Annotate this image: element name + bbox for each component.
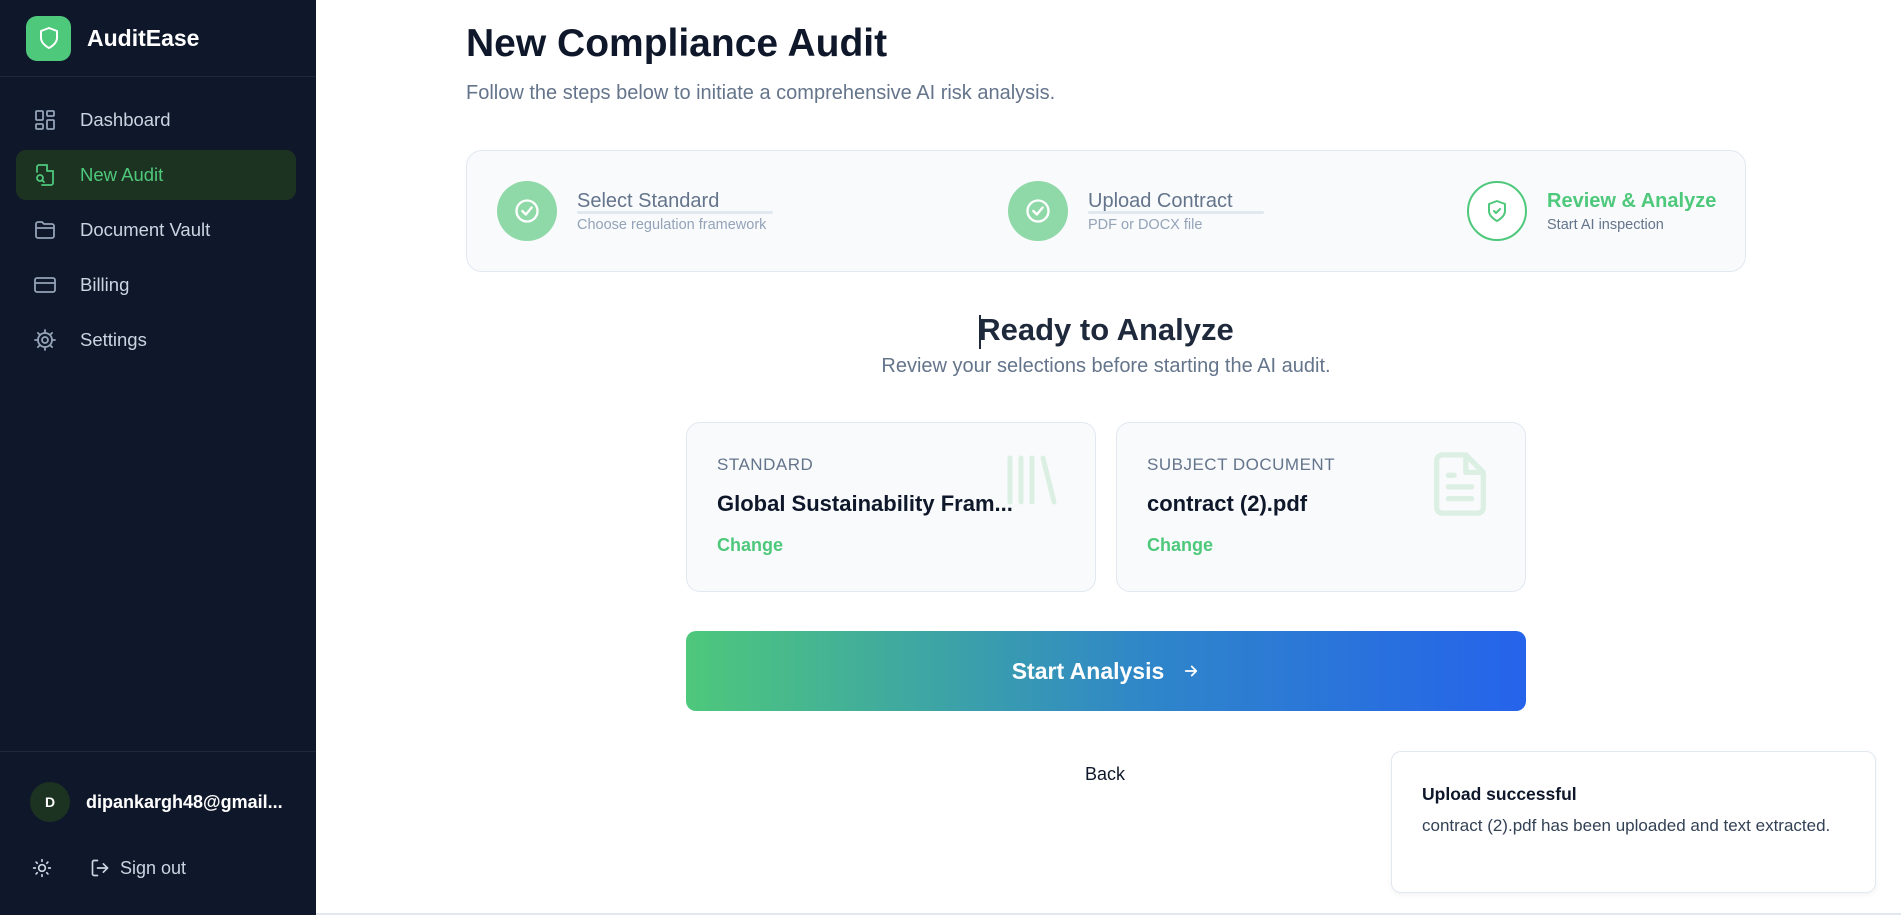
- step-title: Select Standard: [577, 189, 720, 212]
- sidebar: AuditEase Dashboard New Audit Document V…: [0, 0, 316, 915]
- sidebar-item-settings[interactable]: Settings: [16, 315, 296, 365]
- step-connector: [1088, 211, 1264, 214]
- folder-icon: [32, 217, 58, 243]
- sun-icon[interactable]: [30, 856, 54, 880]
- standard-value: Global Sustainability Fram...: [717, 491, 1013, 516]
- sign-out-icon: [91, 859, 109, 877]
- shield-check-icon: [1467, 181, 1527, 241]
- document-value: contract (2).pdf: [1147, 491, 1308, 516]
- gear-icon: [32, 327, 58, 353]
- change-document-link[interactable]: Change: [1147, 535, 1495, 556]
- sidebar-item-label: Settings: [80, 329, 147, 350]
- check-circle-icon: [1008, 181, 1068, 241]
- step-title: Upload Contract: [1088, 189, 1233, 212]
- library-icon: [999, 447, 1065, 518]
- sidebar-footer: D dipankargh48@gmail... Sign out: [0, 751, 316, 915]
- sign-out-label: Sign out: [120, 857, 187, 878]
- sidebar-item-label: New Audit: [80, 164, 164, 185]
- footer-actions: Sign out: [30, 856, 186, 880]
- step-review-analyze: Review & Analyze Start AI inspection: [1467, 181, 1716, 241]
- review-title: Ready to Analyze: [978, 312, 1234, 347]
- standard-card: STANDARD Global Sustainability Fram... C…: [686, 422, 1096, 592]
- dashboard-icon: [32, 107, 58, 133]
- page-title: New Compliance Audit: [466, 22, 888, 65]
- check-circle-icon: [497, 181, 557, 241]
- shield-logo-icon: [26, 15, 71, 61]
- app-name: AuditEase: [87, 24, 200, 51]
- user-profile[interactable]: D dipankargh48@gmail...: [30, 782, 283, 822]
- stepper: Select Standard Choose regulation framew…: [466, 150, 1746, 272]
- page-subtitle: Follow the steps below to initiate a com…: [466, 82, 1056, 104]
- sidebar-item-label: Document Vault: [80, 219, 211, 240]
- sign-out-button[interactable]: Sign out: [90, 858, 186, 879]
- file-search-icon: [32, 162, 58, 188]
- toast-notification: Upload successful contract (2).pdf has b…: [1391, 751, 1876, 893]
- document-icon: [1425, 447, 1495, 526]
- sidebar-item-dashboard[interactable]: Dashboard: [16, 95, 296, 145]
- arrow-right-icon: [1185, 665, 1198, 677]
- toast-message: contract (2).pdf has been uploaded and t…: [1422, 816, 1831, 835]
- step-description: PDF or DOCX file: [1088, 216, 1203, 233]
- start-analysis-label: Start Analysis: [1011, 657, 1165, 684]
- step-title: Review & Analyze: [1547, 189, 1717, 212]
- back-button[interactable]: Back: [1050, 764, 1160, 785]
- sidebar-item-document-vault[interactable]: Document Vault: [16, 205, 296, 255]
- credit-card-icon: [32, 272, 58, 298]
- change-standard-link[interactable]: Change: [717, 535, 1065, 556]
- sidebar-item-label: Billing: [80, 274, 130, 295]
- step-connector: [577, 211, 773, 214]
- sidebar-item-label: Dashboard: [80, 109, 171, 130]
- text-cursor: [979, 315, 981, 349]
- toast-title: Upload successful: [1422, 784, 1577, 804]
- avatar: D: [30, 782, 70, 822]
- brand: AuditEase: [0, 0, 316, 77]
- review-subtitle: Review your selections before starting t…: [881, 355, 1331, 377]
- step-description: Start AI inspection: [1547, 216, 1664, 233]
- start-analysis-button[interactable]: Start Analysis: [686, 631, 1526, 711]
- document-card: SUBJECT DOCUMENT contract (2).pdf Change: [1116, 422, 1526, 592]
- sidebar-item-billing[interactable]: Billing: [16, 260, 296, 310]
- sidebar-nav: Dashboard New Audit Document Vault Billi…: [16, 95, 296, 370]
- step-description: Choose regulation framework: [577, 216, 767, 233]
- user-email: dipankargh48@gmail...: [86, 791, 283, 812]
- sidebar-item-new-audit[interactable]: New Audit: [16, 150, 296, 200]
